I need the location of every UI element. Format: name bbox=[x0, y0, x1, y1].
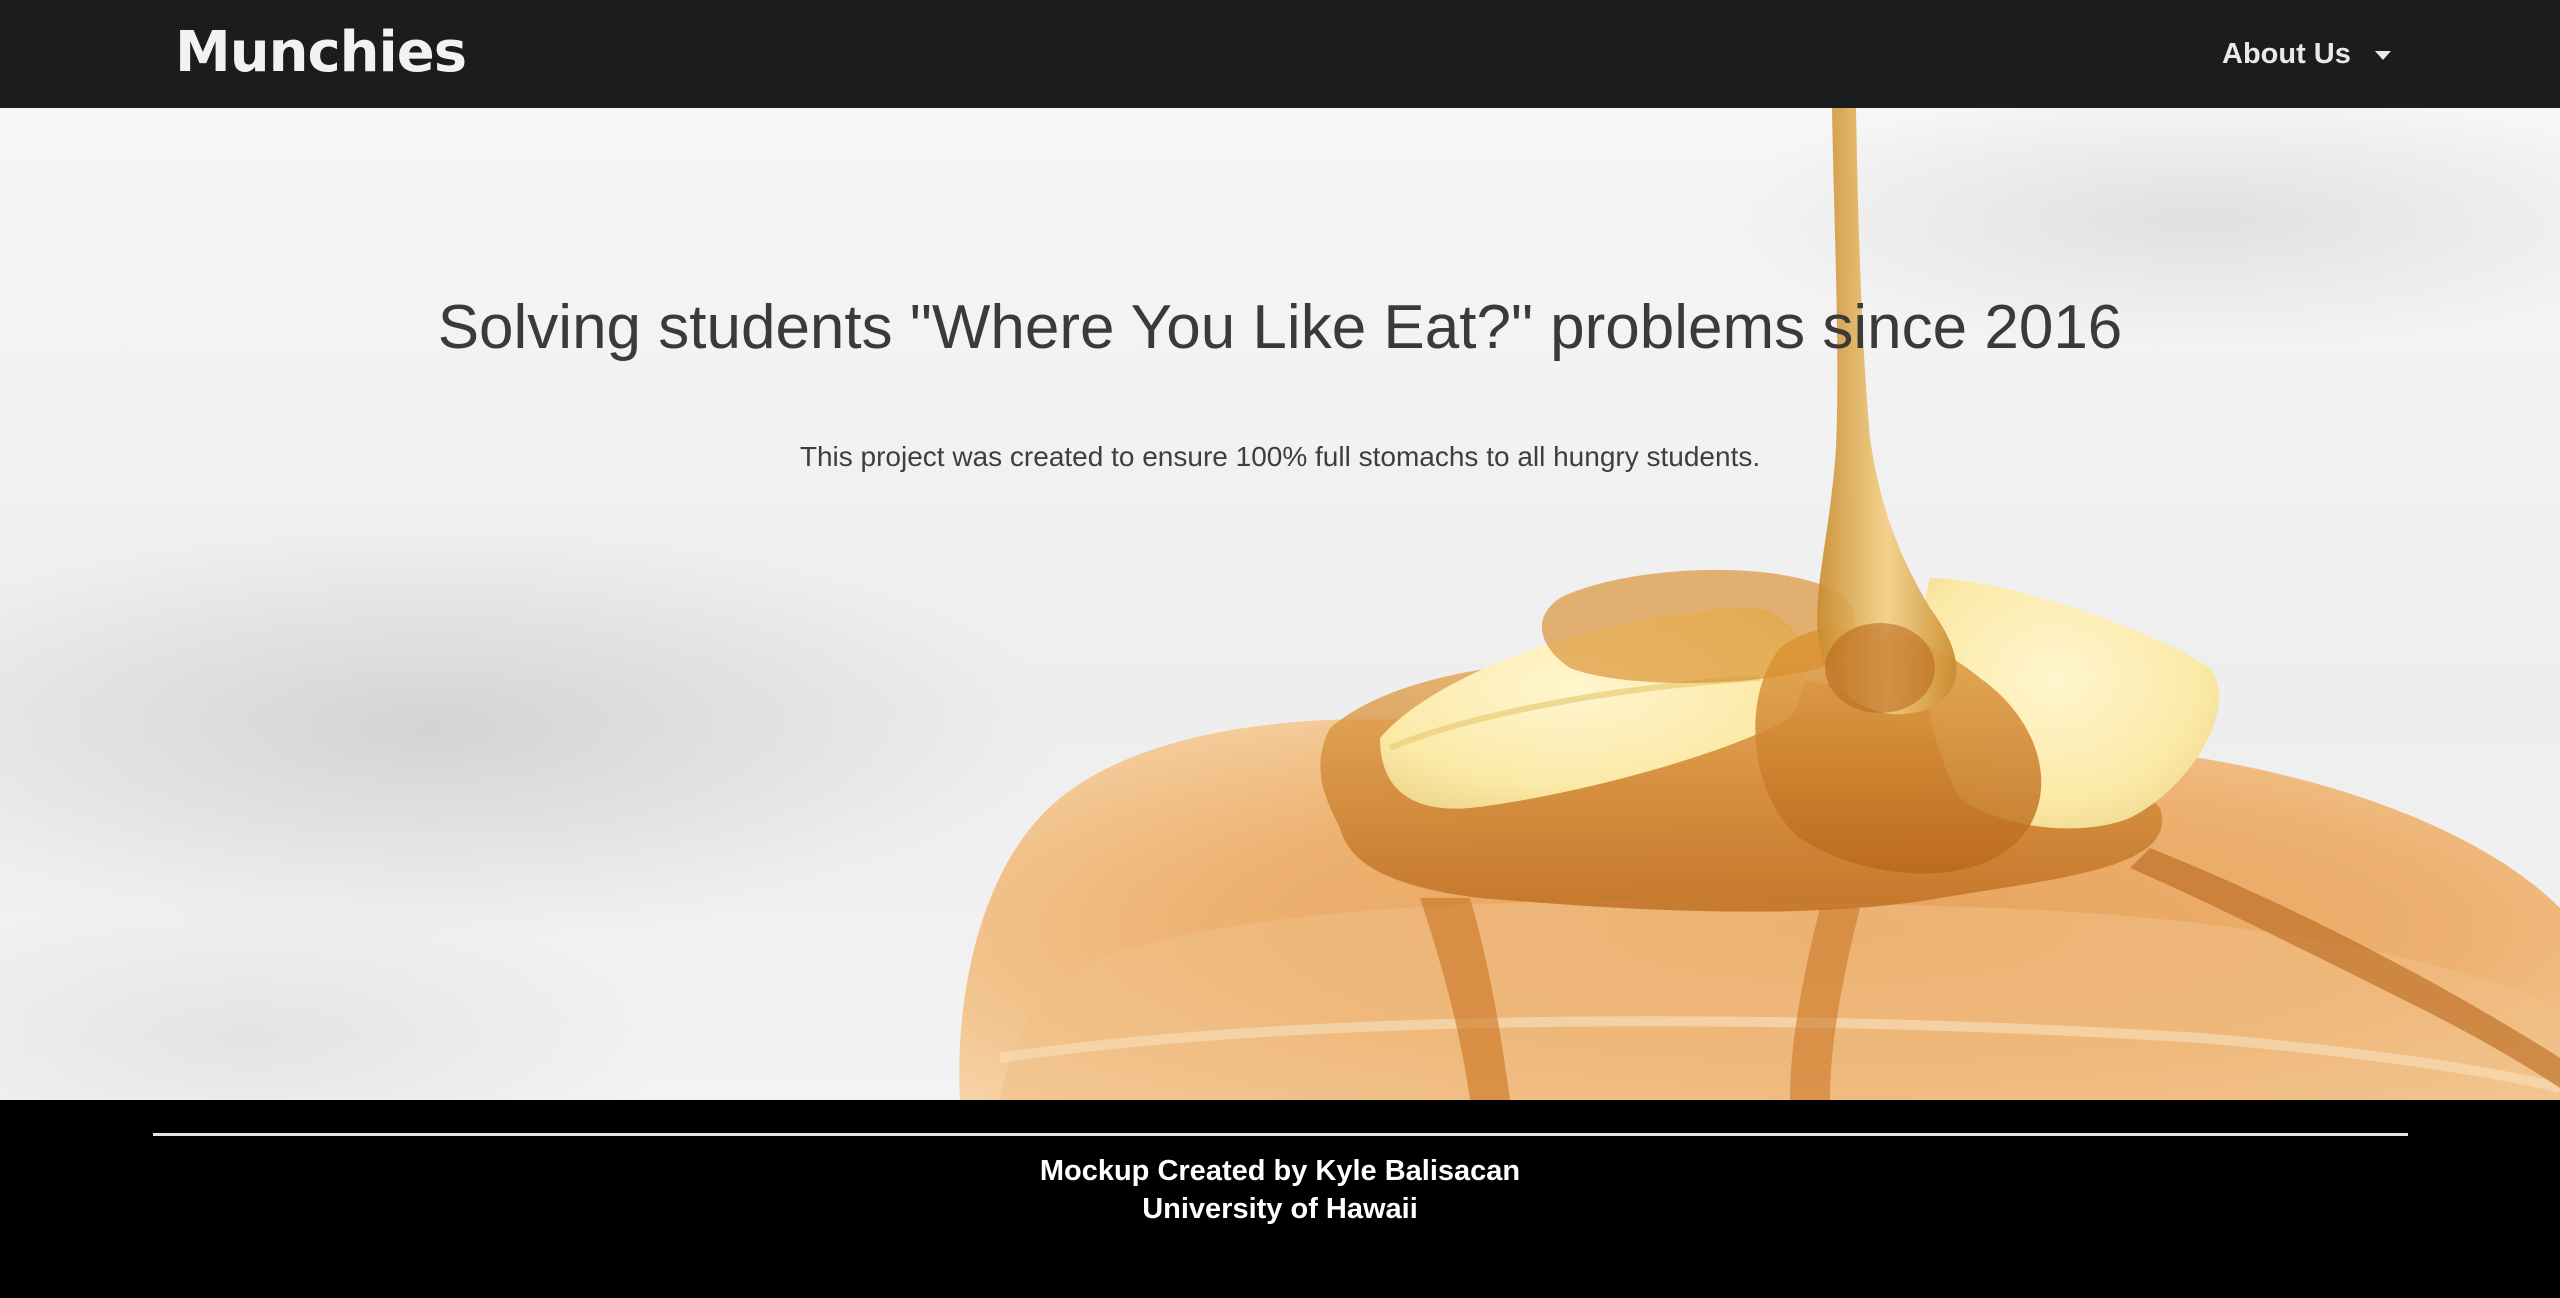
caret-down-icon bbox=[2374, 50, 2391, 60]
about-us-dropdown[interactable]: About Us bbox=[2222, 32, 2391, 76]
hero-subtext: This project was created to ensure 100% … bbox=[799, 441, 1761, 472]
brand-logo[interactable]: Munchies bbox=[175, 18, 467, 88]
hero-headline: Solving students "Where You Like Eat?" p… bbox=[437, 293, 2123, 362]
footer-institution: University of Hawaii bbox=[1142, 1193, 1418, 1225]
about-us-label: About Us bbox=[2222, 37, 2351, 70]
footer-divider bbox=[153, 1133, 2408, 1136]
page-footer: Mockup Created by Kyle Balisacan Univers… bbox=[0, 1100, 2560, 1298]
hero-banner: Solving students "Where You Like Eat?" p… bbox=[0, 108, 2560, 1100]
top-navbar: Munchies About Us bbox=[0, 0, 2560, 108]
footer-credit: Mockup Created by Kyle Balisacan bbox=[1039, 1155, 1521, 1187]
pancake-syrup-image bbox=[959, 108, 2560, 1100]
